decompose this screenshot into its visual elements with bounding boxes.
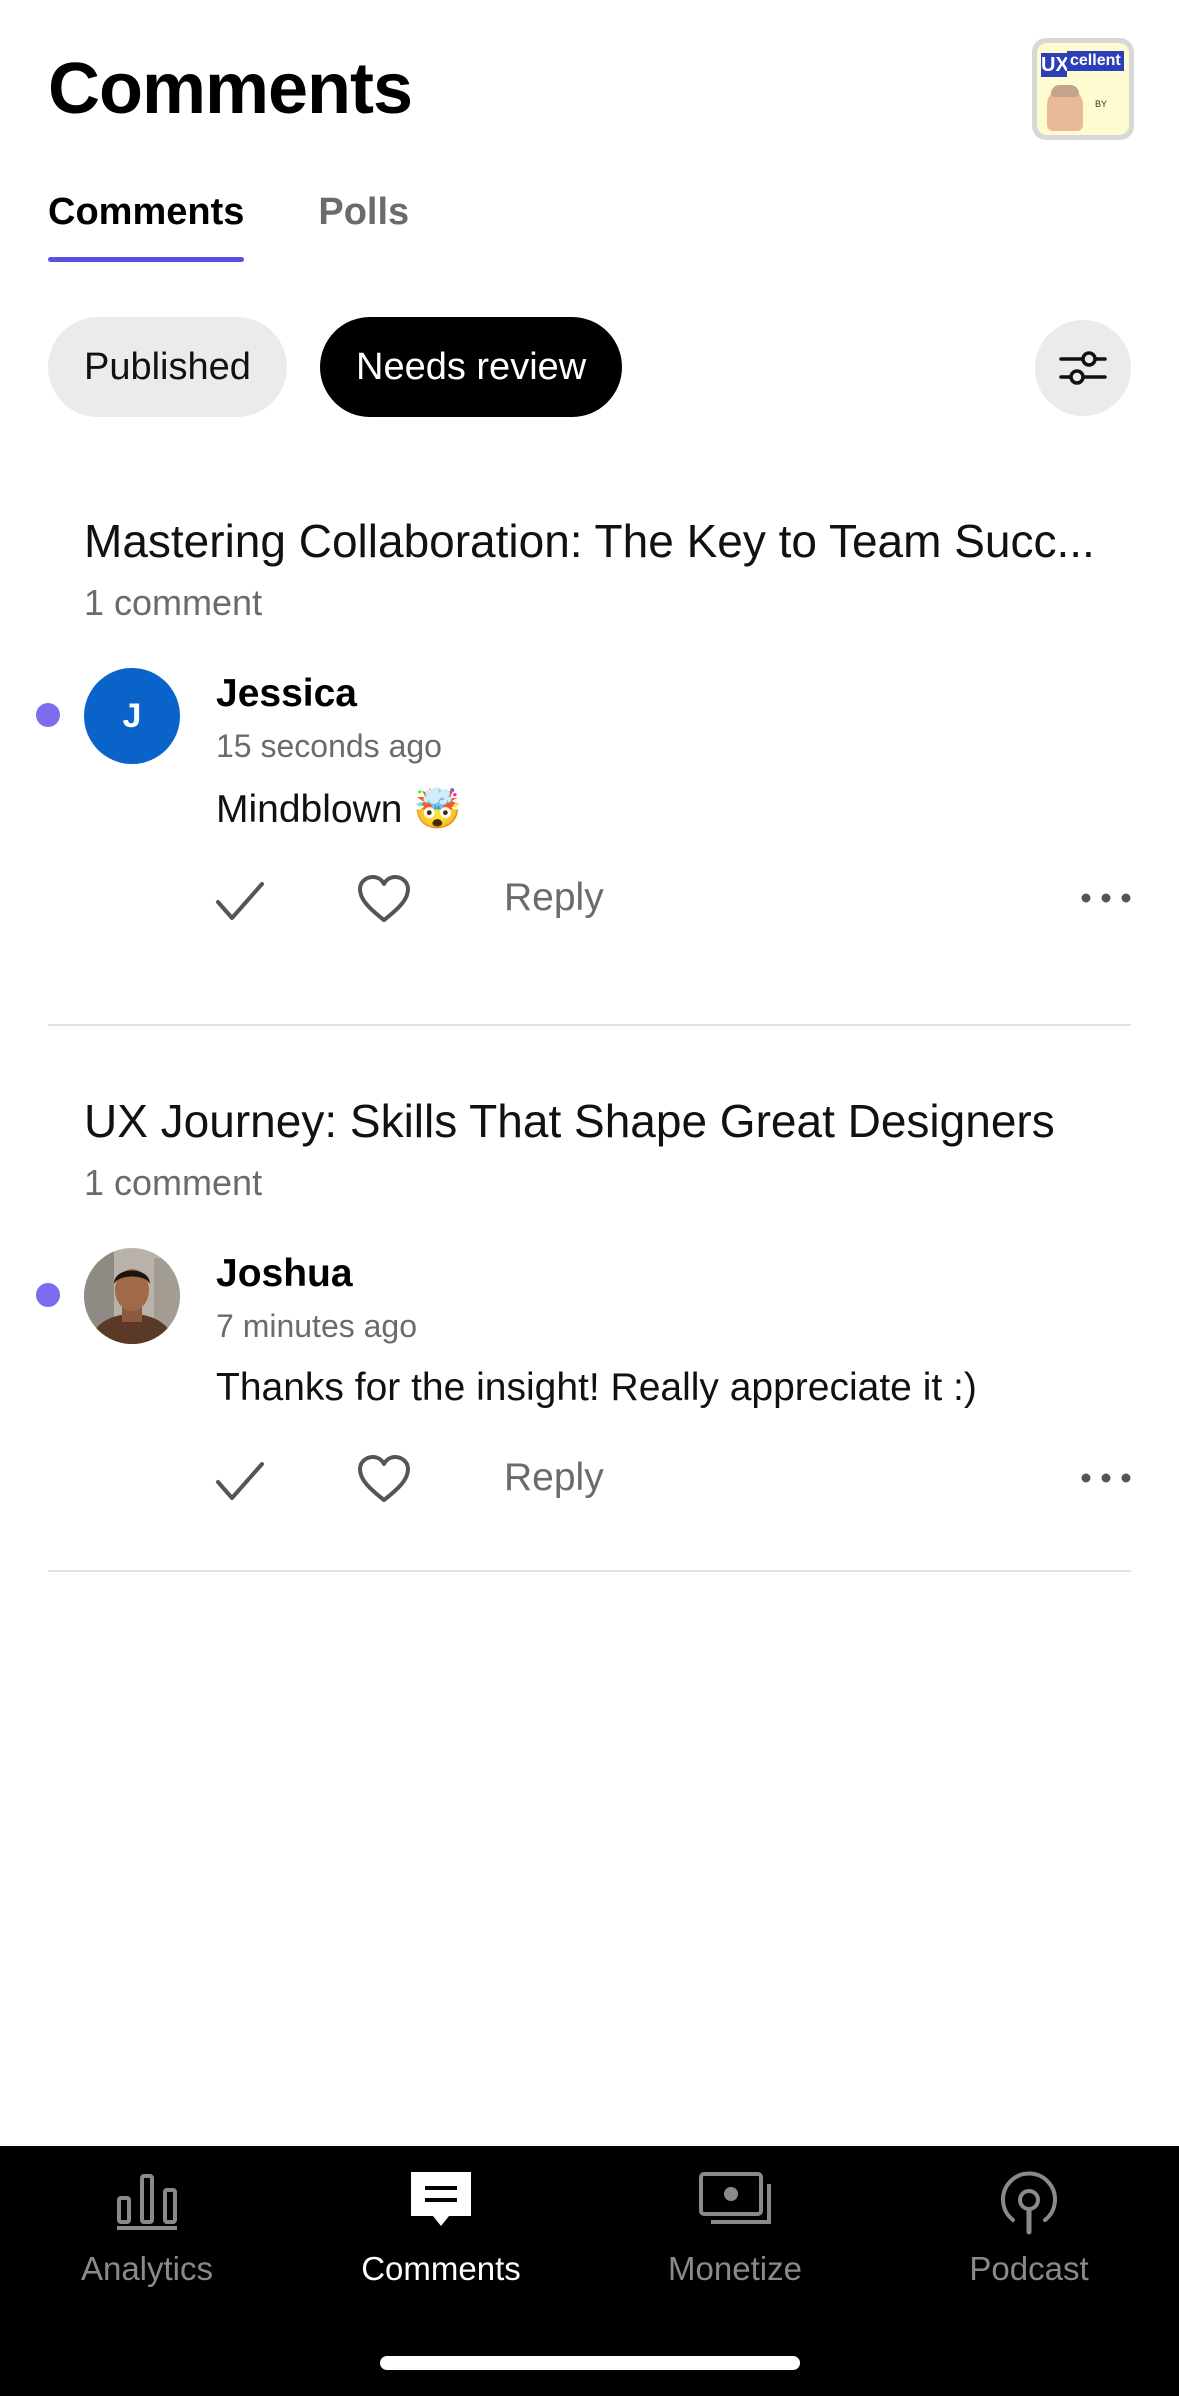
logo-portrait (1047, 85, 1083, 131)
comment-author[interactable]: Jessica (216, 672, 357, 716)
unread-indicator (36, 703, 60, 727)
published-filter-chip[interactable]: Published (48, 317, 287, 417)
tab-bar: Comments Polls (48, 186, 409, 266)
nav-comments[interactable]: Comments (294, 2146, 588, 2296)
tab-comments[interactable]: Comments (48, 186, 245, 266)
needs-review-filter-chip[interactable]: Needs review (320, 317, 623, 417)
avatar[interactable] (84, 1248, 180, 1344)
post-title[interactable]: UX Journey: Skills That Shape Great Desi… (84, 1094, 1134, 1148)
sliders-icon (1059, 351, 1107, 385)
comment-text: Thanks for the insight! Really appreciat… (216, 1366, 977, 1409)
comment-timestamp: 15 seconds ago (216, 728, 442, 764)
tab-polls-label: Polls (318, 191, 410, 233)
approve-check-icon[interactable] (212, 876, 268, 926)
nav-podcast[interactable]: Podcast (882, 2146, 1176, 2296)
nav-label: Comments (361, 2250, 521, 2287)
post-divider (48, 1570, 1131, 1572)
reply-button[interactable]: Reply (504, 876, 604, 920)
comment-author[interactable]: Joshua (216, 1252, 353, 1296)
analytics-icon (117, 2174, 177, 2230)
nav-label: Analytics (80, 2250, 214, 2287)
monetize-icon (699, 2172, 771, 2224)
like-heart-icon[interactable] (356, 874, 412, 926)
like-heart-icon[interactable] (356, 1454, 412, 1506)
comment-text: Mindblown 🤯 (216, 788, 462, 831)
nav-label: Monetize (668, 2250, 802, 2287)
more-options-icon[interactable] (1080, 1468, 1132, 1488)
tab-polls[interactable]: Polls (318, 186, 409, 266)
active-tab-indicator (48, 257, 245, 262)
nav-label: Podcast (969, 2250, 1089, 2287)
filter-settings-button[interactable] (1035, 320, 1131, 416)
comments-icon (411, 2172, 471, 2226)
logo-ux-text: UX (1041, 53, 1069, 77)
nav-monetize[interactable]: Monetize (588, 2146, 882, 2296)
avatar[interactable]: J (84, 668, 180, 764)
logo-cellent-text: cellent (1067, 51, 1124, 71)
more-options-icon[interactable] (1080, 888, 1132, 908)
podcast-icon (1001, 2171, 1057, 2235)
unread-indicator (36, 1283, 60, 1307)
post-divider (48, 1024, 1131, 1026)
avatar-photo (84, 1248, 180, 1344)
reply-button[interactable]: Reply (504, 1456, 604, 1500)
logo-by-text: BY (1095, 99, 1108, 109)
page-title: Comments (48, 49, 413, 129)
publication-logo[interactable]: UX cellent BY (1032, 38, 1134, 140)
comment-timestamp: 7 minutes ago (216, 1308, 418, 1344)
comments-screen: Comments UX cellent BY Comments Polls Pu… (0, 0, 1179, 2396)
approve-check-icon[interactable] (212, 1456, 268, 1506)
comment-count: 1 comment (84, 1162, 263, 1203)
home-indicator (380, 2356, 800, 2370)
tab-comments-label: Comments (48, 191, 245, 233)
nav-analytics[interactable]: Analytics (0, 2146, 294, 2296)
post-title[interactable]: Mastering Collaboration: The Key to Team… (84, 514, 1134, 568)
comment-count: 1 comment (84, 582, 263, 623)
